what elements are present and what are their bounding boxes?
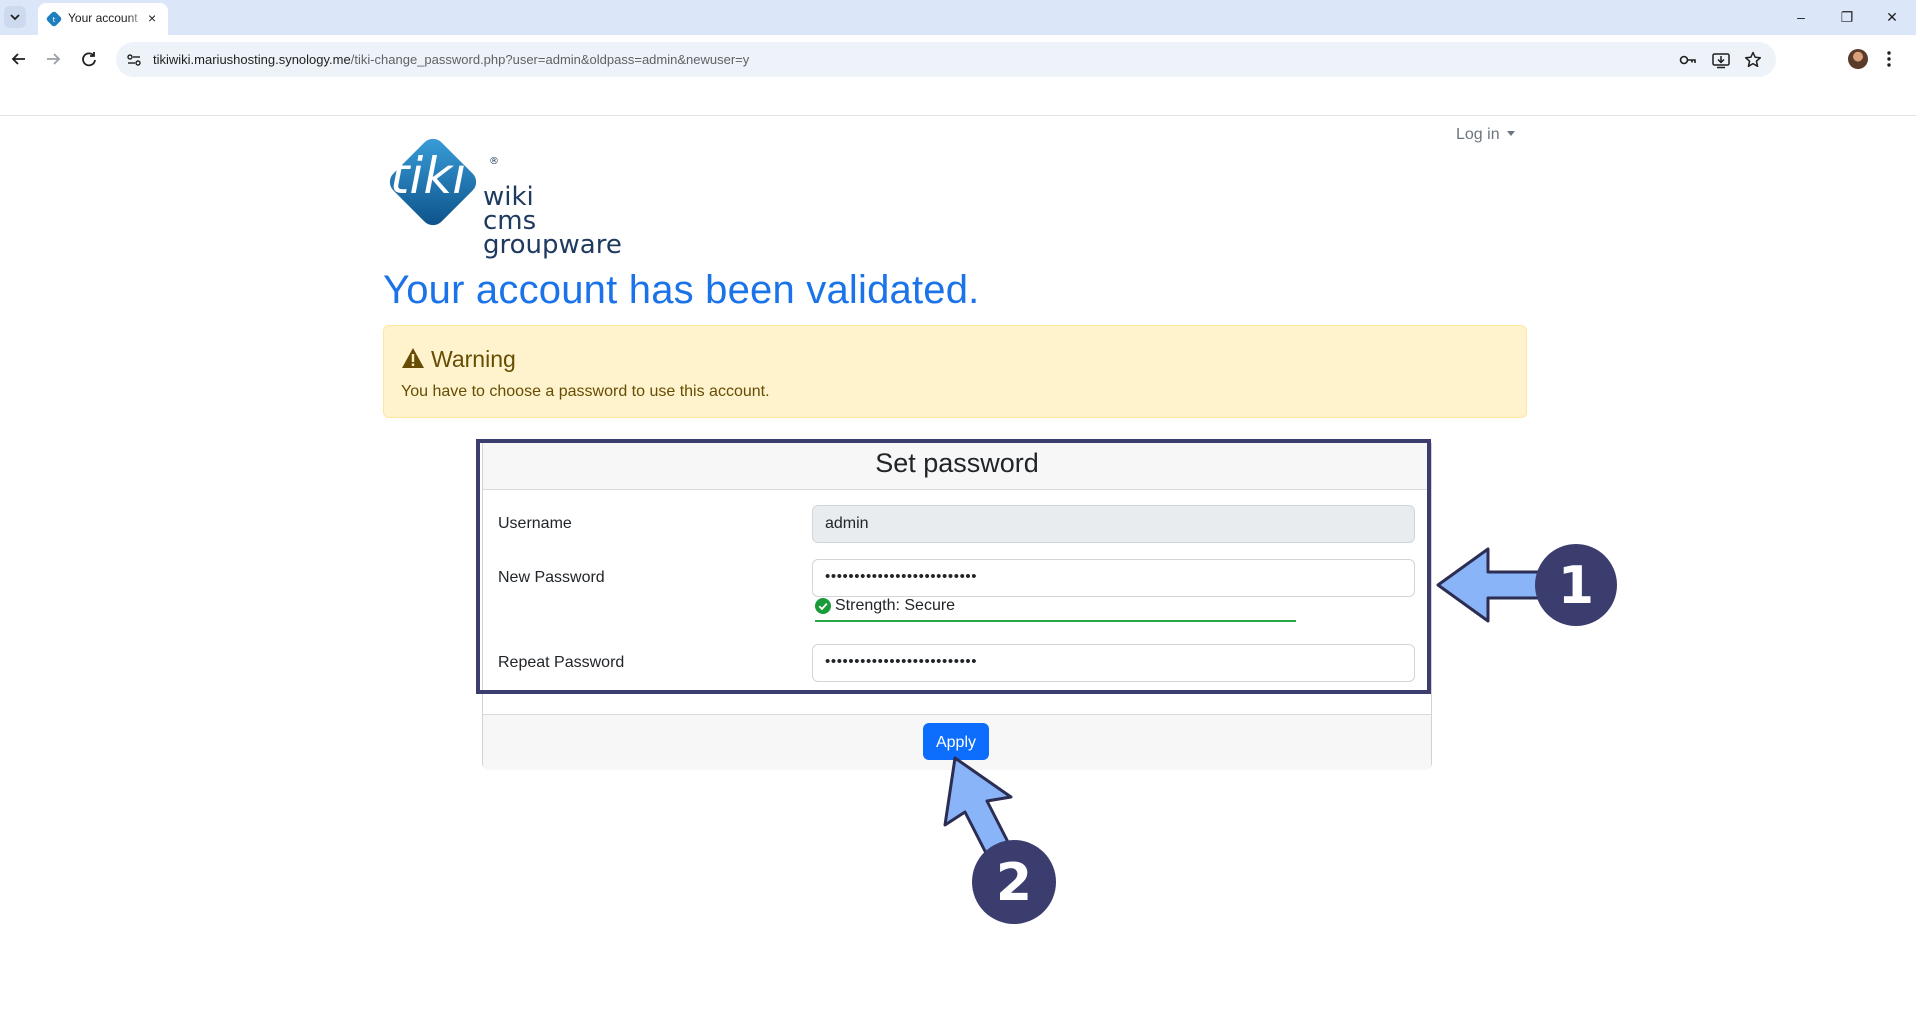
card-header: Set password: [483, 440, 1431, 490]
tiki-favicon-icon: t: [46, 11, 62, 27]
left-arrow-icon: [1436, 547, 1564, 623]
logo-line-groupware: groupware: [483, 230, 622, 260]
warning-title: Warning: [431, 346, 516, 372]
address-bar[interactable]: tikiwiki.mariushosting.synology.me/tiki-…: [116, 42, 1776, 77]
username-field: admin: [812, 505, 1415, 543]
site-settings-icon[interactable]: [126, 52, 142, 68]
caret-down-icon: [1506, 131, 1515, 136]
new-password-field[interactable]: ••••••••••••••••••••••••••: [812, 559, 1415, 597]
warning-text: You have to choose a password to use thi…: [401, 383, 770, 400]
tiki-logo-icon: tiki ® wiki cms groupware: [390, 138, 622, 260]
set-password-card: Set password Username admin New Password…: [482, 439, 1432, 770]
tab-search-button[interactable]: [4, 6, 26, 28]
restore-button[interactable]: ❐: [1835, 6, 1859, 28]
username-label: Username: [498, 515, 572, 532]
step-2-badge: [972, 840, 1056, 924]
tab-close-icon[interactable]: ×: [148, 10, 156, 26]
url-path: /tiki-change_password.php?user=admin&old…: [350, 52, 750, 67]
browser-toolbar: tikiwiki.mariushosting.synology.me/tiki-…: [0, 35, 1916, 116]
bookmark-star-icon[interactable]: [1743, 50, 1763, 70]
repeat-password-field[interactable]: ••••••••••••••••••••••••••: [812, 644, 1415, 682]
chevron-down-icon: [10, 14, 20, 21]
repeat-password-label: Repeat Password: [498, 654, 625, 671]
warning-alert: Warning You have to choose a password to…: [383, 325, 1527, 418]
check-circle-icon: [815, 598, 831, 614]
password-key-icon[interactable]: [1678, 50, 1698, 70]
up-arrow-icon: [943, 756, 1013, 859]
strength-meter: [815, 620, 1296, 622]
step-1-annotation: 1: [1436, 544, 1617, 626]
browser-tabstrip: t Your account × – ❐ ✕: [0, 0, 1916, 35]
svg-text:t: t: [53, 16, 56, 24]
browser-tab[interactable]: t Your account ×: [38, 3, 168, 35]
kebab-menu-icon[interactable]: [1886, 48, 1892, 70]
tiki-logo[interactable]: tiki ® wiki cms groupware: [383, 126, 643, 260]
step-2-number: 2: [996, 853, 1032, 913]
close-window-button[interactable]: ✕: [1880, 6, 1904, 28]
logo-mark: tiki: [390, 147, 466, 205]
login-label: Log in: [1456, 126, 1500, 143]
tab-title: Your account: [68, 11, 146, 25]
svg-text:®: ®: [489, 156, 499, 167]
url-host: tikiwiki.mariushosting.synology.me: [153, 52, 351, 67]
apply-button[interactable]: Apply: [923, 723, 989, 760]
card-title: Set password: [875, 448, 1039, 478]
step-1-badge: [1535, 544, 1617, 626]
install-app-icon[interactable]: [1711, 50, 1731, 70]
step-1-number: 1: [1558, 556, 1594, 616]
reload-icon[interactable]: [78, 48, 100, 70]
page-title: Your account has been validated.: [383, 268, 980, 312]
warning-triangle-icon: [402, 348, 424, 368]
forward-arrow-icon[interactable]: [42, 48, 64, 70]
profile-avatar[interactable]: [1848, 49, 1868, 69]
minimize-button[interactable]: –: [1789, 6, 1813, 28]
url-text: tikiwiki.mariushosting.synology.me/tiki-…: [153, 52, 749, 67]
strength-text: Strength: Secure: [835, 597, 956, 614]
step-2-annotation: 2: [943, 756, 1056, 924]
new-password-label: New Password: [498, 569, 605, 586]
back-arrow-icon[interactable]: [8, 48, 30, 70]
login-dropdown[interactable]: Log in: [1456, 126, 1515, 144]
